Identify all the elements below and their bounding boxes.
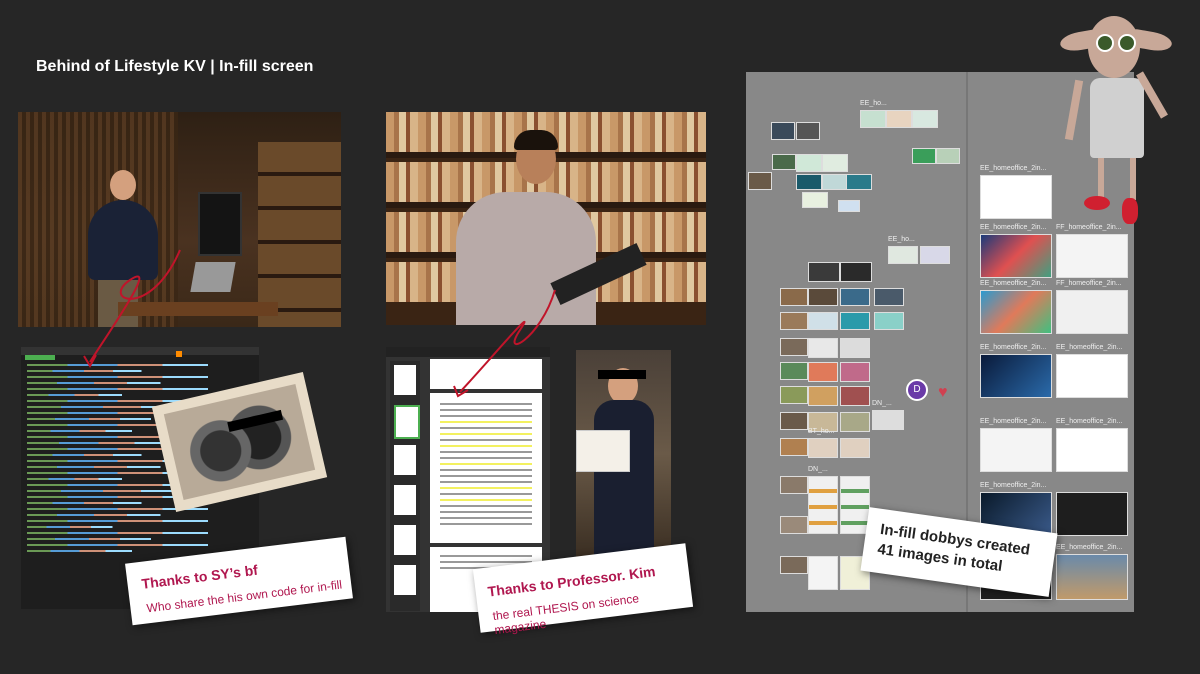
board-label: EE_homeoffice_2in... bbox=[980, 418, 1047, 425]
board-label: EE_homeoffice_2in... bbox=[1056, 344, 1123, 351]
board-label: EE_homeoffice_2in... bbox=[980, 280, 1047, 287]
board-label: EE_homeoffice_2in... bbox=[980, 165, 1047, 172]
board-label: EE_homeoffice_2in... bbox=[980, 482, 1047, 489]
board-label: EE_ho... bbox=[860, 100, 887, 107]
board-label: EE_homeoffice_2in... bbox=[1056, 544, 1123, 551]
board-label: EE_homeoffice_2in... bbox=[980, 344, 1047, 351]
board-label: EE_ho... bbox=[888, 236, 915, 243]
user-avatar: D bbox=[906, 379, 928, 401]
board-label: EE_homeoffice_2in... bbox=[980, 224, 1047, 231]
heart-icon: ♥ bbox=[938, 384, 948, 401]
board-label: FF_homeoffice_2in... bbox=[1056, 224, 1122, 231]
board-label: DN_... bbox=[808, 466, 828, 473]
board-label: BT_ho... bbox=[808, 428, 835, 435]
board-label: FF_homeoffice_2in... bbox=[1056, 280, 1122, 287]
board-label: EE_homeoffice_2in... bbox=[1056, 418, 1123, 425]
board-label: DN_... bbox=[872, 400, 892, 407]
dobby-figure bbox=[1058, 10, 1180, 225]
